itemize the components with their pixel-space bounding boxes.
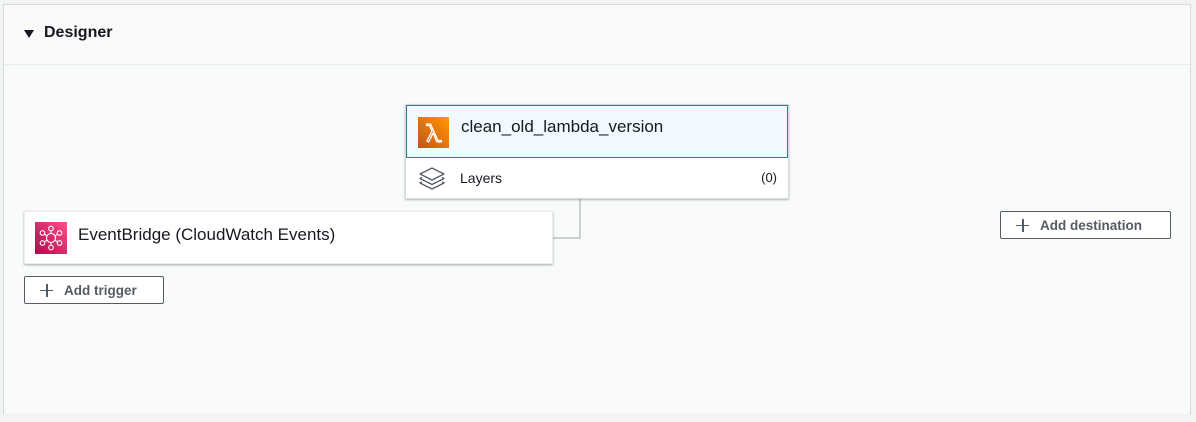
eventbridge-icon (35, 222, 67, 254)
trigger-name: EventBridge (CloudWatch Events) (78, 225, 336, 244)
trigger-connector (552, 199, 581, 239)
layers-label: Layers (460, 170, 503, 186)
plus-icon (40, 283, 53, 297)
plus-icon (1016, 218, 1029, 232)
panel-title: Designer (44, 24, 113, 41)
add-destination-label: Add destination (1040, 217, 1142, 233)
layers-icon (417, 165, 447, 193)
trigger-card-eventbridge[interactable]: EventBridge (CloudWatch Events) (24, 211, 553, 264)
add-trigger-button[interactable]: Add trigger (24, 276, 164, 304)
add-destination-button[interactable]: Add destination (1000, 211, 1171, 239)
function-header[interactable]: clean_old_lambda_version (406, 105, 788, 158)
layers-row[interactable]: Layers (0) (406, 158, 788, 198)
caret-down-icon[interactable] (24, 30, 34, 38)
lambda-icon (418, 117, 449, 148)
designer-panel: Designer clean_old_lambda_version Layers… (3, 4, 1191, 414)
designer-header[interactable]: Designer (4, 5, 1190, 65)
function-name: clean_old_lambda_version (461, 117, 664, 136)
add-trigger-label: Add trigger (64, 282, 137, 298)
layers-count: (0) (761, 170, 777, 185)
function-card[interactable]: clean_old_lambda_version Layers (0) (405, 104, 789, 199)
